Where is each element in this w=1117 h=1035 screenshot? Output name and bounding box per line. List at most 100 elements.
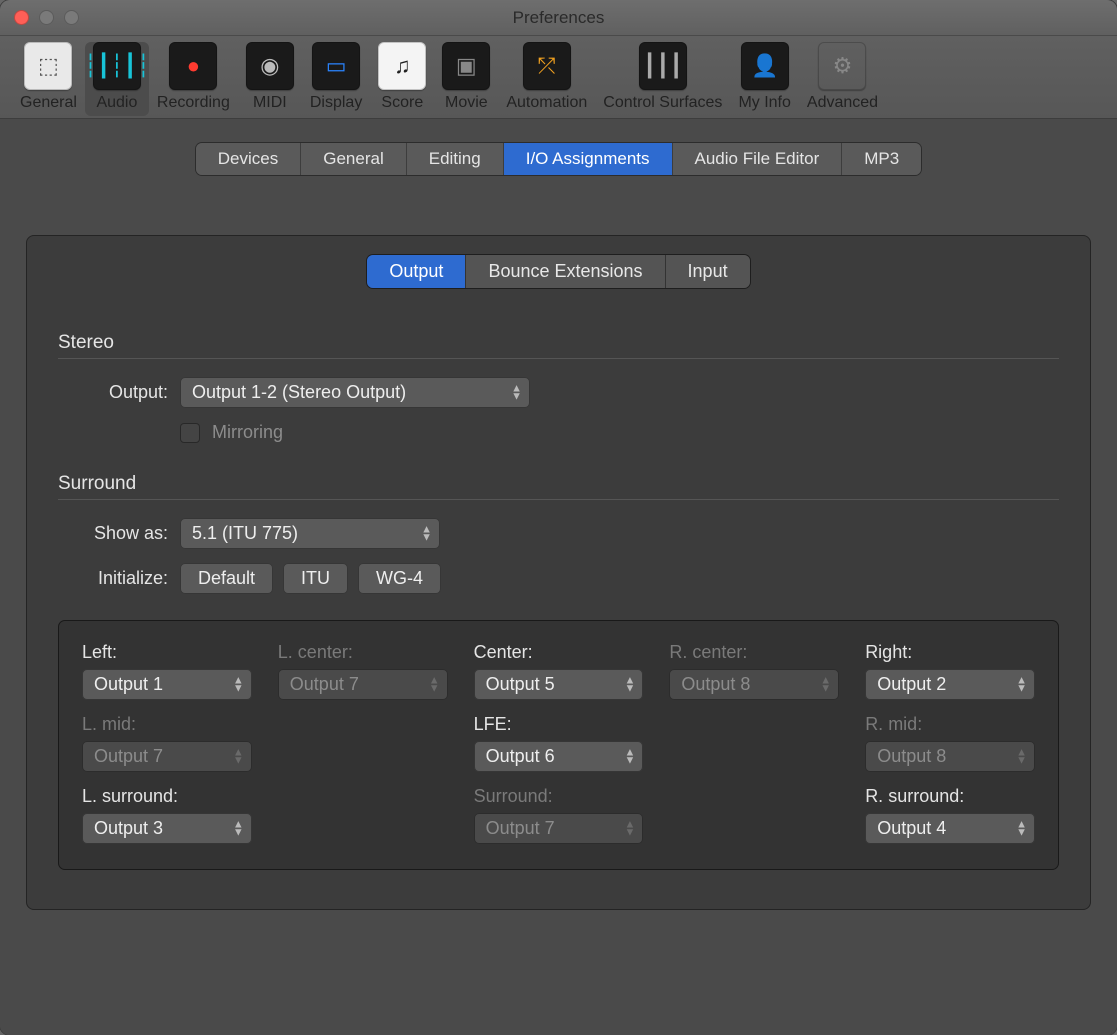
toolbar-display-button[interactable]: ▭Display (302, 42, 370, 116)
stereo-output-value: Output 1-2 (Stereo Output) (192, 382, 406, 402)
toolbar-myinfo-button[interactable]: 👤 My Info (730, 42, 798, 116)
movie-icon: ▣ (442, 42, 490, 90)
channel-select[interactable]: Output 6 ▲▼ (474, 741, 644, 772)
channel-label: L. center: (278, 642, 448, 663)
chevron-updown-icon: ▲▼ (625, 749, 636, 764)
tab-editing[interactable]: Editing (407, 143, 504, 175)
automation-icon: ⤱ (523, 42, 571, 90)
channel-value: Output 6 (486, 746, 555, 766)
channel-value: Output 8 (877, 746, 946, 766)
showas-label: Show as: (58, 523, 168, 544)
chevron-updown-icon: ▲▼ (1016, 821, 1027, 836)
subtab-bounce-extensions[interactable]: Bounce Extensions (466, 255, 665, 288)
toolbar-automation-button[interactable]: ⤱ Automation (498, 42, 595, 116)
surround-section-title: Surround (58, 473, 1059, 495)
toolbar-movie-button[interactable]: ▣ Movie (434, 42, 498, 116)
mirroring-checkbox[interactable] (180, 423, 200, 443)
toolbar-control-button[interactable]: ┃┃┃ Control Surfaces (595, 42, 730, 116)
tab-audio-file-editor[interactable]: Audio File Editor (673, 143, 843, 175)
channel-select[interactable]: Output 5▲▼ (474, 669, 644, 700)
channel-value: Output 5 (486, 674, 555, 694)
toolbar-score-button[interactable]: ♫ Score (370, 42, 434, 116)
channel-cell: R. mid: Output 8 ▲▼ (865, 714, 1035, 772)
toolbar: ⬚General┆┃┆┃┆ Audio ●Recording◉MIDI▭Displa… (0, 36, 1117, 119)
channel-cell: L. mid: Output 7▲▼ (82, 714, 252, 772)
divider (58, 499, 1059, 500)
audio-icon: ┆┃┆┃┆ (93, 42, 141, 90)
channel-label: R. center: (669, 642, 839, 663)
chevron-updown-icon: ▲▼ (820, 677, 831, 692)
chevron-updown-icon: ▲▼ (511, 385, 522, 400)
channel-value: Output 8 (681, 674, 750, 694)
channel-select[interactable]: Output 4 ▲▼ (865, 813, 1035, 844)
channel-value: Output 2 (877, 674, 946, 694)
channel-select: Output 7▲▼ (82, 741, 252, 772)
toolbar-label: Movie (445, 94, 488, 112)
io-assignments-panel: OutputBounce ExtensionsInput Stereo Outp… (26, 235, 1091, 910)
toolbar-label: Audio (96, 94, 137, 112)
tab-mp3[interactable]: MP3 (842, 143, 921, 175)
channel-select: Output 7 ▲▼ (474, 813, 644, 844)
toolbar-general-button[interactable]: ⬚General (12, 42, 85, 116)
tab-devices[interactable]: Devices (196, 143, 301, 175)
channel-select: Output 8 ▲▼ (865, 741, 1035, 772)
toolbar-midi-button[interactable]: ◉MIDI (238, 42, 302, 116)
toolbar-recording-button[interactable]: ●Recording (149, 42, 238, 116)
channel-value: Output 7 (290, 674, 359, 694)
showas-select[interactable]: 5.1 (ITU 775) ▲▼ (180, 518, 440, 549)
channel-label: Center: (474, 642, 644, 663)
channel-value: Output 7 (486, 818, 555, 838)
chevron-updown-icon: ▲▼ (625, 821, 636, 836)
init-default-button[interactable]: Default (180, 563, 273, 594)
toolbar-label: Display (310, 94, 362, 112)
channel-label: R. surround: (865, 786, 1035, 807)
toolbar-label: My Info (738, 94, 790, 112)
toolbar-label: Score (381, 94, 423, 112)
divider (58, 358, 1059, 359)
channel-select: Output 7▲▼ (278, 669, 448, 700)
channel-cell: Center: Output 5▲▼ (474, 642, 644, 700)
titlebar: Preferences (0, 0, 1117, 36)
tab-general[interactable]: General (301, 143, 406, 175)
channel-cell: Surround: Output 7 ▲▼ (474, 786, 644, 844)
channel-cell: L. center: Output 7▲▼ (278, 642, 448, 700)
init-wg-4-button[interactable]: WG-4 (358, 563, 441, 594)
toolbar-advanced-button[interactable]: ⚙︎Advanced (799, 42, 886, 116)
chevron-updown-icon: ▲▼ (1016, 749, 1027, 764)
tab-i-o-assignments[interactable]: I/O Assignments (504, 143, 673, 175)
channel-cell: Right: Output 2 ▲▼ (865, 642, 1035, 700)
subtab-output[interactable]: Output (367, 255, 466, 288)
channel-cell: L. surround: Output 3▲▼ (82, 786, 252, 844)
channel-value: Output 7 (94, 746, 163, 766)
channel-label: Left: (82, 642, 252, 663)
channel-value: Output 4 (877, 818, 946, 838)
channel-label: Right: (865, 642, 1035, 663)
stereo-output-select[interactable]: Output 1-2 (Stereo Output) ▲▼ (180, 377, 530, 408)
channel-select[interactable]: Output 1▲▼ (82, 669, 252, 700)
channel-select[interactable]: Output 3▲▼ (82, 813, 252, 844)
score-icon: ♫ (378, 42, 426, 90)
showas-value: 5.1 (ITU 775) (192, 523, 298, 543)
channel-matrix: Left:Output 1▲▼L. center:Output 7▲▼Cente… (58, 620, 1059, 870)
mirroring-label: Mirroring (212, 422, 283, 443)
channel-select[interactable]: Output 2 ▲▼ (865, 669, 1035, 700)
control-icon: ┃┃┃ (639, 42, 687, 90)
channel-label: R. mid: (865, 714, 1035, 735)
channel-select: Output 8 ▲▼ (669, 669, 839, 700)
stereo-section-title: Stereo (58, 332, 1059, 354)
chevron-updown-icon: ▲▼ (1016, 677, 1027, 692)
initialize-label: Initialize: (58, 568, 168, 589)
myinfo-icon: 👤 (741, 42, 789, 90)
init-itu-button[interactable]: ITU (283, 563, 348, 594)
subtab-input[interactable]: Input (666, 255, 750, 288)
channel-label: Surround: (474, 786, 644, 807)
toolbar-audio-button[interactable]: ┆┃┆┃┆ Audio (85, 42, 149, 116)
channel-label: L. mid: (82, 714, 252, 735)
output-label: Output: (58, 382, 168, 403)
toolbar-label: Control Surfaces (603, 94, 722, 112)
toolbar-label: Automation (506, 94, 587, 112)
channel-label: L. surround: (82, 786, 252, 807)
toolbar-label: MIDI (253, 94, 287, 112)
general-icon: ⬚ (24, 42, 72, 90)
tab-bar: DevicesGeneralEditingI/O AssignmentsAudi… (196, 143, 921, 175)
